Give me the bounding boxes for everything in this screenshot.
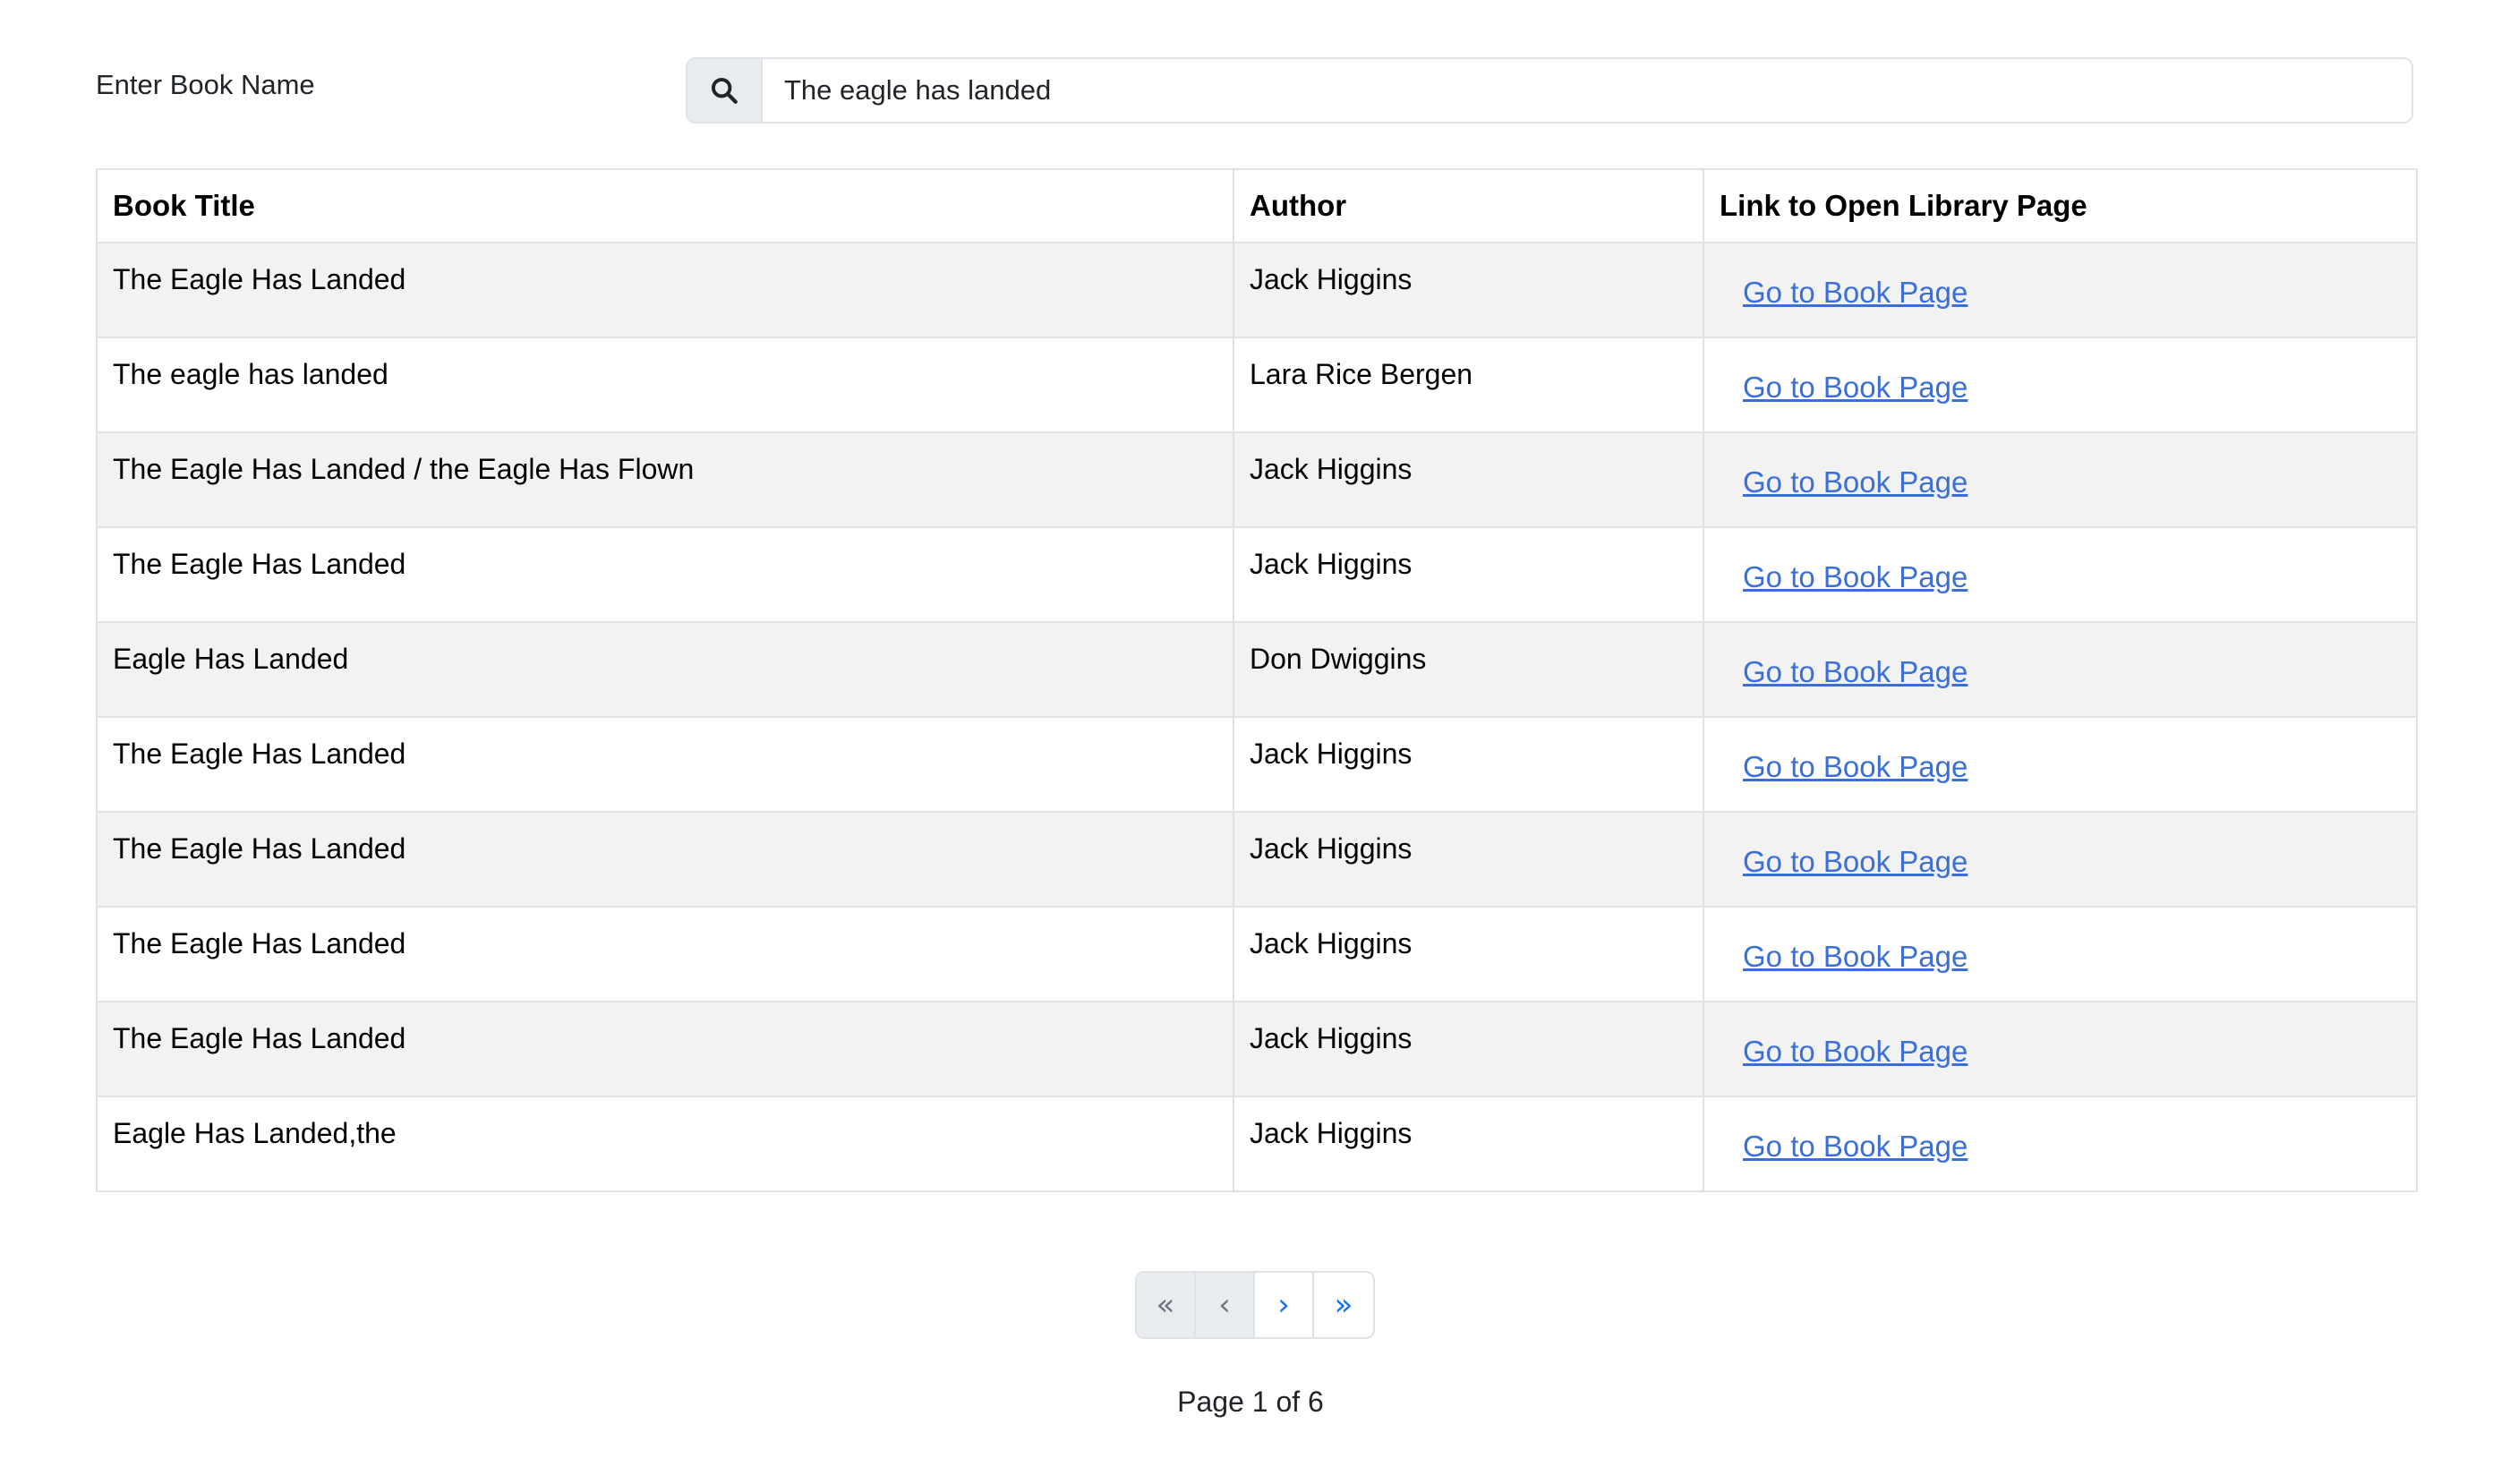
book-page-link[interactable]: Go to Book Page	[1743, 465, 1968, 499]
book-page-link[interactable]: Go to Book Page	[1743, 1130, 1968, 1163]
link-cell: Go to Book Page	[1703, 526, 2418, 623]
author-cell: Jack Higgins	[1233, 906, 1704, 1002]
table-row: Eagle Has Landed,the Jack Higgins Go to …	[96, 1096, 2418, 1192]
link-cell: Go to Book Page	[1703, 621, 2418, 718]
author-cell: Jack Higgins	[1233, 1096, 1704, 1192]
search-icon	[687, 59, 763, 122]
table-row: The Eagle Has Landed / the Eagle Has Flo…	[96, 431, 2418, 528]
link-cell: Go to Book Page	[1703, 431, 2418, 528]
author-cell: Lara Rice Bergen	[1233, 337, 1704, 433]
link-cell: Go to Book Page	[1703, 716, 2418, 813]
author-cell: Don Dwiggins	[1233, 621, 1704, 718]
author-cell: Jack Higgins	[1233, 431, 1704, 528]
table-row: Eagle Has Landed Don Dwiggins Go to Book…	[96, 621, 2418, 718]
last-page-button[interactable]: »	[1314, 1273, 1373, 1337]
table-header-row: Book Title Author Link to Open Library P…	[96, 168, 2418, 243]
book-title-cell: The Eagle Has Landed	[96, 906, 1234, 1002]
table-row: The eagle has landed Lara Rice Bergen Go…	[96, 337, 2418, 433]
book-page-link[interactable]: Go to Book Page	[1743, 371, 1968, 404]
table-row: The Eagle Has Landed Jack Higgins Go to …	[96, 906, 2418, 1002]
book-page-link[interactable]: Go to Book Page	[1743, 940, 1968, 973]
table-row: The Eagle Has Landed Jack Higgins Go to …	[96, 1001, 2418, 1097]
book-title-cell: The Eagle Has Landed	[96, 242, 1234, 338]
book-title-cell: The Eagle Has Landed	[96, 716, 1234, 813]
page-indicator: Page 1 of 6	[1177, 1386, 1324, 1418]
book-title-cell: The Eagle Has Landed	[96, 526, 1234, 623]
first-page-button[interactable]: «	[1137, 1273, 1196, 1337]
book-page-link[interactable]: Go to Book Page	[1743, 560, 1968, 593]
results-table: Book Title Author Link to Open Library P…	[96, 168, 2418, 1192]
book-page-link[interactable]: Go to Book Page	[1743, 845, 1968, 878]
book-title-cell: Eagle Has Landed	[96, 621, 1234, 718]
book-title-cell: The Eagle Has Landed	[96, 811, 1234, 908]
book-page-link[interactable]: Go to Book Page	[1743, 276, 1968, 309]
link-cell: Go to Book Page	[1703, 811, 2418, 908]
link-cell: Go to Book Page	[1703, 1096, 2418, 1192]
link-cell: Go to Book Page	[1703, 1001, 2418, 1097]
link-cell: Go to Book Page	[1703, 242, 2418, 338]
book-title-cell: Eagle Has Landed,the	[96, 1096, 1234, 1192]
book-page-link[interactable]: Go to Book Page	[1743, 1035, 1968, 1068]
link-cell: Go to Book Page	[1703, 337, 2418, 433]
search-input[interactable]	[763, 59, 2411, 122]
column-header-book-title: Book Title	[96, 168, 1234, 243]
author-cell: Jack Higgins	[1233, 526, 1704, 623]
book-page-link[interactable]: Go to Book Page	[1743, 750, 1968, 783]
book-title-cell: The eagle has landed	[96, 337, 1234, 433]
previous-page-button[interactable]: ‹	[1196, 1273, 1255, 1337]
next-page-button[interactable]: ›	[1255, 1273, 1314, 1337]
column-header-author: Author	[1233, 168, 1704, 243]
table-row: The Eagle Has Landed Jack Higgins Go to …	[96, 716, 2418, 813]
author-cell: Jack Higgins	[1233, 1001, 1704, 1097]
author-cell: Jack Higgins	[1233, 811, 1704, 908]
table-row: The Eagle Has Landed Jack Higgins Go to …	[96, 526, 2418, 623]
author-cell: Jack Higgins	[1233, 716, 1704, 813]
column-header-link: Link to Open Library Page	[1703, 168, 2418, 243]
link-cell: Go to Book Page	[1703, 906, 2418, 1002]
pagination: « ‹ › »	[1135, 1271, 1375, 1339]
book-page-link[interactable]: Go to Book Page	[1743, 655, 1968, 688]
author-cell: Jack Higgins	[1233, 242, 1704, 338]
book-title-cell: The Eagle Has Landed	[96, 1001, 1234, 1097]
search-label: Enter Book Name	[96, 69, 315, 100]
table-row: The Eagle Has Landed Jack Higgins Go to …	[96, 811, 2418, 908]
table-row: The Eagle Has Landed Jack Higgins Go to …	[96, 242, 2418, 338]
book-title-cell: The Eagle Has Landed / the Eagle Has Flo…	[96, 431, 1234, 528]
search-group	[686, 57, 2413, 124]
